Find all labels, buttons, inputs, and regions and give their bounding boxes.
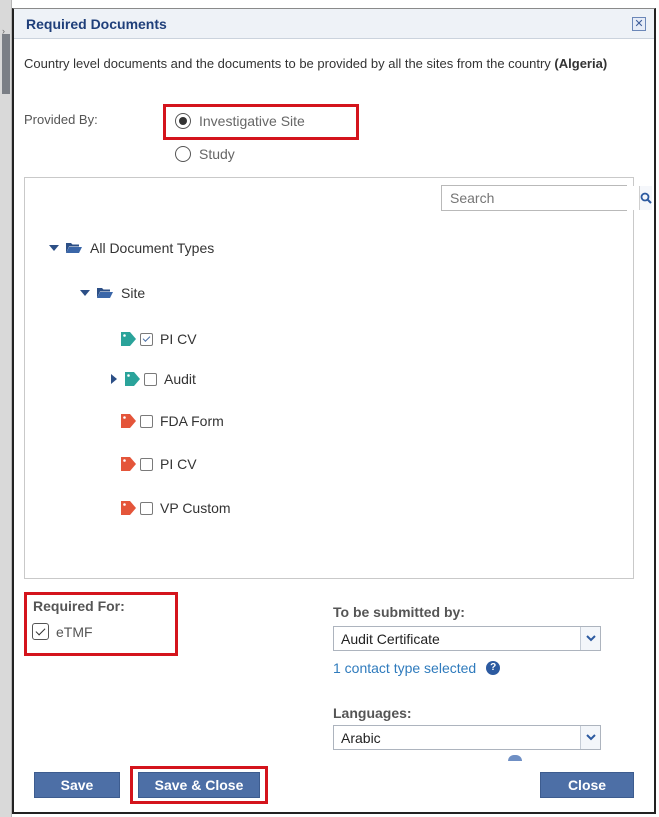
tree-node-all-document-types[interactable]: All Document Types — [49, 240, 214, 256]
search-icon[interactable] — [639, 186, 652, 210]
help-icon — [508, 755, 522, 761]
tree-item[interactable]: PI CV — [121, 331, 197, 347]
dialog-title: Required Documents — [26, 16, 167, 32]
chevron-down-icon[interactable] — [80, 290, 90, 296]
chevron-down-icon[interactable] — [49, 245, 59, 251]
submitted-by-select[interactable]: Audit Certificate — [333, 626, 601, 651]
tree-item-label: PI CV — [160, 456, 197, 472]
radio-label: Study — [199, 146, 235, 162]
submitted-by-label: To be submitted by: — [333, 604, 465, 620]
tree-item[interactable]: VP Custom — [121, 500, 231, 516]
tree-item[interactable]: FDA Form — [121, 413, 224, 429]
highlight-box — [163, 104, 359, 140]
tag-icon — [121, 332, 136, 346]
tag-icon — [125, 372, 140, 386]
highlight-box — [130, 766, 268, 804]
contact-type-link[interactable]: 1 contact type selected ? — [333, 660, 501, 676]
chevron-right-icon[interactable] — [111, 374, 117, 384]
tree-item[interactable]: PI CV — [121, 456, 197, 472]
provided-by-label: Provided By: — [24, 112, 98, 127]
languages-label: Languages: — [333, 705, 412, 721]
select-value: Arabic — [341, 729, 381, 746]
close-icon[interactable]: ✕ — [632, 17, 646, 31]
radio-unselected-icon[interactable] — [175, 146, 191, 162]
close-button[interactable]: Close — [540, 772, 634, 798]
folder-open-icon — [97, 288, 113, 298]
languages-select[interactable]: Arabic — [333, 725, 601, 750]
item-checkbox[interactable] — [140, 332, 153, 346]
tag-icon — [121, 414, 136, 428]
contact-type-text[interactable]: 1 contact type selected — [333, 660, 476, 676]
tag-icon — [121, 457, 136, 471]
country-name: (Algeria) — [554, 56, 608, 71]
tree-item-label: FDA Form — [160, 413, 224, 429]
tree-node-label: Site — [121, 285, 146, 301]
description-text: Country level documents and the document… — [24, 56, 551, 71]
tree-item-label: Audit — [164, 371, 196, 387]
dialog-description: Country level documents and the document… — [24, 57, 634, 71]
save-button[interactable]: Save — [34, 772, 120, 798]
radio-study[interactable]: Study — [175, 146, 235, 162]
search-input[interactable] — [442, 186, 639, 210]
tag-icon — [121, 501, 136, 515]
help-icon[interactable]: ? — [486, 661, 501, 675]
tree-item[interactable]: Audit — [111, 371, 196, 387]
select-value: Audit Certificate — [341, 630, 440, 647]
item-checkbox[interactable] — [140, 501, 153, 515]
search-box[interactable] — [441, 185, 652, 211]
background-scrollbar — [2, 34, 10, 94]
background-window-edge: › — [0, 0, 12, 817]
item-checkbox[interactable] — [140, 457, 153, 471]
folder-open-icon — [66, 243, 82, 253]
item-checkbox[interactable] — [144, 372, 157, 386]
dialog-titlebar: Required Documents ✕ — [14, 9, 654, 39]
chevron-down-icon[interactable] — [580, 627, 600, 650]
tree-item-label: PI CV — [160, 331, 197, 347]
chevron-down-icon[interactable] — [580, 726, 600, 749]
tree-node-site[interactable]: Site — [80, 285, 145, 301]
highlight-box — [24, 592, 178, 656]
item-checkbox[interactable] — [140, 414, 153, 428]
tree-item-label: VP Custom — [160, 500, 231, 516]
tree-node-label: All Document Types — [90, 240, 215, 256]
